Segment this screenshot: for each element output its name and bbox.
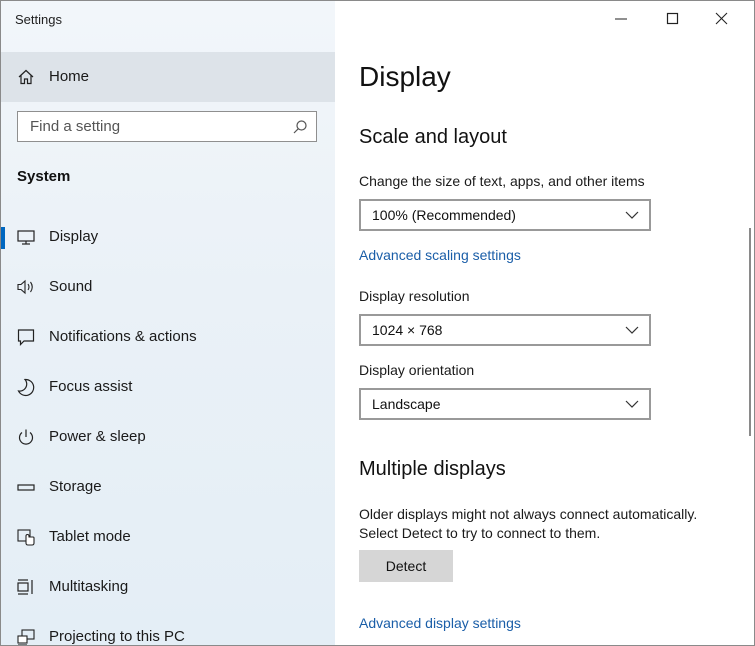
home-label: Home bbox=[49, 68, 90, 85]
power-icon bbox=[18, 429, 34, 445]
section-heading-multiple-displays: Multiple displays bbox=[359, 458, 506, 480]
sidebar-item-storage[interactable]: Storage bbox=[1, 467, 335, 507]
scrollbar[interactable] bbox=[749, 228, 751, 436]
app-title: Settings bbox=[15, 12, 62, 27]
scale-value: 100% (Recommended) bbox=[372, 207, 516, 223]
orientation-dropdown[interactable]: Landscape bbox=[359, 388, 651, 420]
advanced-scaling-link[interactable]: Advanced scaling settings bbox=[359, 247, 521, 263]
chevron-down-icon bbox=[625, 400, 639, 408]
sidebar-item-projecting[interactable]: Projecting to this PC bbox=[1, 617, 335, 645]
sidebar-item-label: Storage bbox=[49, 478, 102, 495]
resolution-label: Display resolution bbox=[359, 288, 470, 304]
orientation-label: Display orientation bbox=[359, 362, 475, 378]
resolution-dropdown[interactable]: 1024 × 768 bbox=[359, 314, 651, 346]
sidebar-item-label: Power & sleep bbox=[49, 428, 146, 445]
sidebar-item-display[interactable]: Display bbox=[1, 217, 335, 257]
chevron-down-icon bbox=[625, 211, 639, 219]
moon-icon bbox=[17, 378, 35, 397]
main-content: Display Scale and layout Change the size… bbox=[335, 1, 754, 645]
maximize-button[interactable] bbox=[651, 5, 697, 33]
chevron-down-icon bbox=[625, 326, 639, 334]
sidebar-item-tablet-mode[interactable]: Tablet mode bbox=[1, 517, 335, 557]
tablet-mode-icon bbox=[17, 529, 35, 546]
resolution-value: 1024 × 768 bbox=[372, 322, 443, 338]
sidebar-item-label: Sound bbox=[49, 278, 93, 295]
storage-icon bbox=[17, 484, 35, 491]
projecting-icon bbox=[17, 629, 35, 645]
monitor-icon bbox=[17, 230, 35, 245]
sidebar: Settings Home System Display bbox=[1, 1, 335, 645]
window-controls bbox=[574, 1, 754, 35]
orientation-value: Landscape bbox=[372, 396, 441, 412]
close-button[interactable] bbox=[700, 5, 746, 33]
maximize-icon bbox=[666, 12, 679, 25]
home-icon bbox=[18, 69, 34, 85]
sidebar-item-multitasking[interactable]: Multitasking bbox=[1, 567, 335, 607]
sidebar-item-focus-assist[interactable]: Focus assist bbox=[1, 367, 335, 407]
sidebar-item-label: Focus assist bbox=[49, 378, 133, 395]
minimize-button[interactable] bbox=[599, 5, 645, 33]
notification-icon bbox=[17, 329, 35, 346]
sidebar-item-label: Notifications & actions bbox=[49, 328, 197, 345]
sidebar-item-label: Display bbox=[49, 228, 99, 245]
detect-button[interactable]: Detect bbox=[359, 550, 453, 582]
minimize-icon bbox=[615, 18, 627, 20]
multitasking-icon bbox=[17, 579, 33, 595]
page-title: Display bbox=[359, 61, 451, 92]
speaker-icon bbox=[17, 279, 33, 295]
search-input[interactable] bbox=[28, 117, 282, 136]
scale-label: Change the size of text, apps, and other… bbox=[359, 173, 645, 189]
sidebar-item-label: Projecting to this PC bbox=[49, 628, 185, 645]
scale-dropdown[interactable]: 100% (Recommended) bbox=[359, 199, 651, 231]
settings-window: Settings Home System Display bbox=[0, 0, 755, 646]
multiple-displays-description: Older displays might not always connect … bbox=[359, 506, 698, 541]
search-box[interactable] bbox=[17, 111, 317, 142]
search-icon[interactable] bbox=[292, 119, 308, 135]
sidebar-item-label: Tablet mode bbox=[49, 528, 131, 545]
sidebar-item-power-sleep[interactable]: Power & sleep bbox=[1, 417, 335, 457]
sidebar-item-label: Multitasking bbox=[49, 578, 129, 595]
section-label-system: System bbox=[17, 168, 71, 185]
advanced-display-settings-link[interactable]: Advanced display settings bbox=[359, 615, 521, 631]
sidebar-home[interactable]: Home bbox=[1, 52, 335, 102]
close-icon bbox=[715, 12, 728, 25]
section-heading-scale: Scale and layout bbox=[359, 126, 507, 148]
sidebar-item-sound[interactable]: Sound bbox=[1, 267, 335, 307]
active-indicator bbox=[1, 227, 5, 249]
sidebar-item-notifications[interactable]: Notifications & actions bbox=[1, 317, 335, 357]
